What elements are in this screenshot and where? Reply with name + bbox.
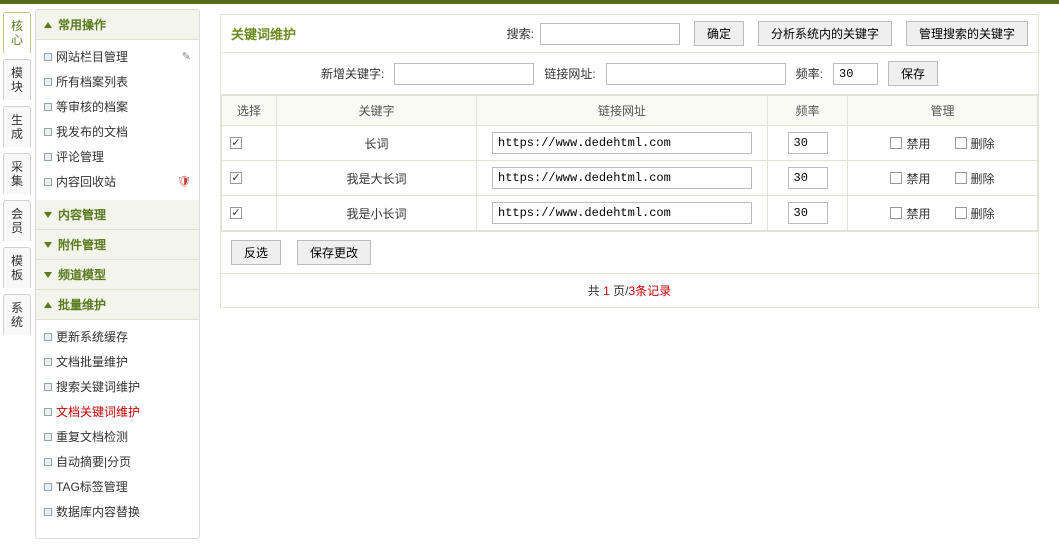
table-row: 我是小长词 禁用 删除 (222, 196, 1038, 231)
arrow-icon (44, 212, 52, 218)
rail-item[interactable]: 采集 (3, 153, 31, 194)
menu-item[interactable]: 自动摘要|分页 (36, 449, 199, 474)
menu-item[interactable]: 评论管理 (36, 144, 199, 169)
shield-icon: 🛡 (177, 175, 191, 188)
save-changes-button[interactable]: 保存更改 (297, 240, 371, 265)
rail-item[interactable]: 生成 (3, 106, 31, 147)
menu-item[interactable]: 重复文档检测 (36, 424, 199, 449)
cell-keyword: 我是小长词 (277, 196, 477, 231)
menu-item[interactable]: TAG标签管理 (36, 474, 199, 499)
delete-checkbox[interactable]: 删除 (955, 170, 995, 187)
freq-input[interactable] (788, 167, 828, 189)
menu-item[interactable]: 数据库内容替换 (36, 499, 199, 524)
manage-search-button[interactable]: 管理搜索的关键字 (906, 21, 1028, 46)
pager: 共 1 页/3条记录 (221, 273, 1038, 307)
accordion-head[interactable]: 常用操作 (36, 10, 199, 40)
arrow-icon (44, 272, 52, 278)
th-select: 选择 (222, 96, 277, 126)
add-keyword-row: 新增关键字: 链接网址: 频率: 保存 (221, 53, 1038, 95)
add-key-input[interactable] (394, 63, 534, 85)
add-key-label: 新增关键字: (321, 65, 384, 82)
table-row: 长词 禁用 删除 (222, 126, 1038, 161)
search-label: 搜索: (507, 25, 534, 42)
rail-item[interactable]: 会员 (3, 200, 31, 241)
menu-item[interactable]: 文档关键词维护 (36, 399, 199, 424)
arrow-icon (44, 22, 52, 28)
row-checkbox[interactable] (230, 172, 268, 184)
th-url: 链接网址 (477, 96, 768, 126)
menu-item[interactable]: 内容回收站🛡 (36, 169, 199, 194)
menu-list: 更新系统缓存文档批量维护搜索关键词维护文档关键词维护重复文档检测自动摘要|分页T… (36, 320, 199, 530)
left-rail: 核心模块生成采集会员模板系统 (0, 4, 35, 544)
th-manage: 管理 (848, 96, 1038, 126)
confirm-button[interactable]: 确定 (694, 21, 744, 46)
menu-list: 网站栏目管理✎所有档案列表等审核的档案我发布的文档评论管理内容回收站🛡 (36, 40, 199, 200)
invert-button[interactable]: 反选 (231, 240, 281, 265)
row-checkbox[interactable] (230, 207, 268, 219)
disable-checkbox[interactable]: 禁用 (890, 170, 930, 187)
table-row: 我是大长词 禁用 删除 (222, 161, 1038, 196)
url-input[interactable] (492, 202, 752, 224)
accordion-head[interactable]: 内容管理 (36, 200, 199, 230)
add-url-label: 链接网址: (544, 65, 595, 82)
delete-checkbox[interactable]: 删除 (955, 135, 995, 152)
menu-item[interactable]: 我发布的文档 (36, 119, 199, 144)
search-input[interactable] (540, 23, 680, 45)
arrow-icon (44, 302, 52, 308)
th-freq: 频率 (768, 96, 848, 126)
arrow-icon (44, 242, 52, 248)
add-freq-input[interactable] (833, 63, 878, 85)
keyword-panel: 关键词维护 搜索: 确定 分析系统内的关键字 管理搜索的关键字 新增关键字: 链… (220, 14, 1039, 308)
url-input[interactable] (492, 167, 752, 189)
freq-input[interactable] (788, 202, 828, 224)
add-url-input[interactable] (606, 63, 786, 85)
menu-item[interactable]: 等审核的档案 (36, 94, 199, 119)
rail-item[interactable]: 系统 (3, 294, 31, 335)
freq-input[interactable] (788, 132, 828, 154)
rail-item[interactable]: 核心 (3, 12, 31, 53)
menu-item[interactable]: 更新系统缓存 (36, 324, 199, 349)
rail-item[interactable]: 模块 (3, 59, 31, 100)
menu-item[interactable]: 文档批量维护 (36, 349, 199, 374)
accordion-head[interactable]: 批量维护 (36, 290, 199, 320)
keyword-table: 选择 关键字 链接网址 频率 管理 长词禁用删除我是大长词禁用删除我是小长词禁用… (221, 95, 1038, 231)
disable-checkbox[interactable]: 禁用 (890, 205, 930, 222)
cell-keyword: 我是大长词 (277, 161, 477, 196)
delete-checkbox[interactable]: 删除 (955, 205, 995, 222)
th-keyword: 关键字 (277, 96, 477, 126)
analyze-button[interactable]: 分析系统内的关键字 (758, 21, 892, 46)
panel-title: 关键词维护 (231, 24, 296, 43)
save-button[interactable]: 保存 (888, 61, 938, 86)
menu-item[interactable]: 网站栏目管理✎ (36, 44, 199, 69)
main-content: 关键词维护 搜索: 确定 分析系统内的关键字 管理搜索的关键字 新增关键字: 链… (200, 4, 1059, 544)
menu-item[interactable]: 搜索关键词维护 (36, 374, 199, 399)
url-input[interactable] (492, 132, 752, 154)
edit-icon: ✎ (182, 50, 191, 63)
rail-item[interactable]: 模板 (3, 247, 31, 288)
accordion-head[interactable]: 频道模型 (36, 260, 199, 290)
row-checkbox[interactable] (230, 137, 268, 149)
cell-keyword: 长词 (277, 126, 477, 161)
menu-item[interactable]: 所有档案列表 (36, 69, 199, 94)
accordion-head[interactable]: 附件管理 (36, 230, 199, 260)
disable-checkbox[interactable]: 禁用 (890, 135, 930, 152)
add-freq-label: 频率: (796, 65, 823, 82)
sidebar: 常用操作网站栏目管理✎所有档案列表等审核的档案我发布的文档评论管理内容回收站🛡内… (35, 9, 200, 539)
